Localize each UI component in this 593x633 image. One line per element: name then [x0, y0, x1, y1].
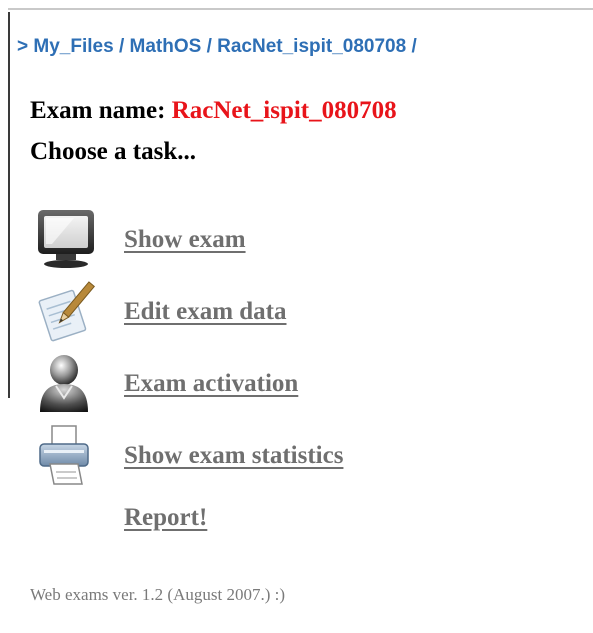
breadcrumb-item-mathos[interactable]: MathOS	[130, 36, 202, 57]
printer-icon	[34, 424, 100, 486]
exam-name-value: RacNet_ispit_080708	[171, 97, 397, 124]
exam-activation-link[interactable]: Exam activation	[124, 370, 298, 398]
breadcrumb-separator: /	[118, 36, 125, 57]
monitor-icon	[34, 208, 100, 270]
exam-name-label: Exam name:	[30, 97, 166, 124]
breadcrumb-prefix: >	[17, 36, 29, 57]
task-show-exam-statistics[interactable]: Show exam statistics	[34, 424, 534, 488]
edit-exam-data-link[interactable]: Edit exam data	[124, 298, 287, 326]
show-exam-link[interactable]: Show exam	[124, 226, 246, 254]
user-icon	[34, 352, 100, 414]
exam-name-line: Exam name: RacNet_ispit_080708	[30, 97, 397, 125]
version-footer: Web exams ver. 1.2 (August 2007.) :)	[30, 585, 285, 604]
top-divider	[8, 8, 593, 10]
edit-document-icon	[34, 280, 100, 342]
left-divider	[8, 12, 10, 398]
breadcrumb-item-my-files[interactable]: My_Files	[33, 36, 113, 57]
task-exam-activation[interactable]: Exam activation	[34, 352, 534, 416]
breadcrumb-item-exam[interactable]: RacNet_ispit_080708	[217, 36, 406, 57]
breadcrumb: > My_Files / MathOS / RacNet_ispit_08070…	[17, 36, 417, 58]
choose-task-prompt: Choose a task...	[30, 138, 196, 165]
task-edit-exam-data[interactable]: Edit exam data	[34, 280, 534, 344]
report-link[interactable]: Report!	[124, 504, 207, 532]
task-report[interactable]: Report!	[34, 496, 534, 560]
task-show-exam[interactable]: Show exam	[34, 208, 534, 272]
breadcrumb-separator: /	[206, 36, 212, 57]
show-exam-statistics-link[interactable]: Show exam statistics	[124, 442, 343, 470]
breadcrumb-separator: /	[411, 36, 417, 57]
